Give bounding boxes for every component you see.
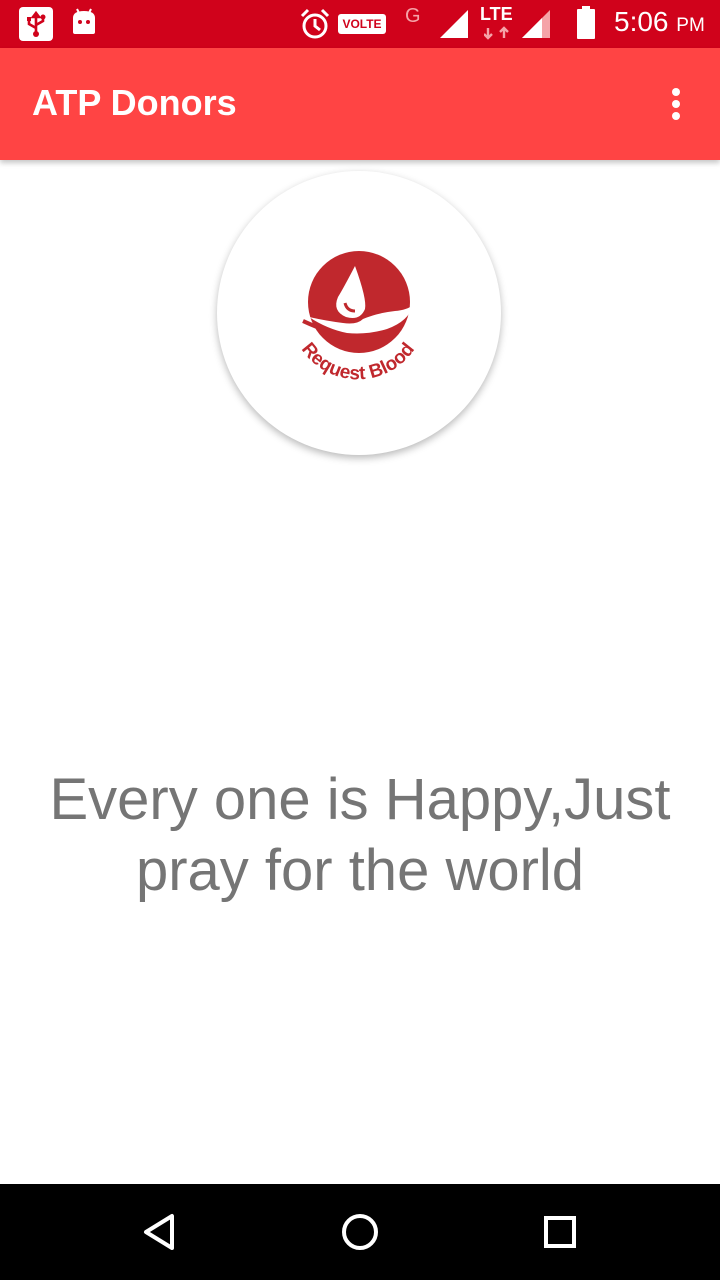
volte-badge: VOLTE [338, 14, 386, 34]
signal-icon-2 [520, 8, 552, 45]
network-g-label: G [405, 5, 421, 27]
network-lte-label: LTE [480, 4, 513, 24]
usb-icon [18, 6, 54, 47]
app-bar: ATP Donors [0, 48, 720, 160]
clock-ampm: PM [676, 15, 705, 36]
status-bar: VOLTE G LTE 5:06 PM [0, 0, 720, 48]
blood-drop-hand-icon: Request Blood [297, 251, 419, 385]
battery-icon [576, 6, 596, 45]
clock: 5:06 PM [614, 6, 705, 38]
recents-icon[interactable] [536, 1208, 584, 1256]
navigation-bar [0, 1184, 720, 1280]
alarm-icon [300, 8, 330, 45]
home-icon[interactable] [336, 1208, 384, 1256]
data-arrows-icon [483, 26, 514, 45]
android-icon [70, 8, 98, 41]
back-icon[interactable] [136, 1208, 184, 1256]
clock-time: 5:06 [614, 6, 669, 37]
overflow-menu-icon[interactable] [656, 76, 696, 132]
app-title: ATP Donors [32, 82, 237, 123]
request-blood-logo: Request Blood [217, 171, 501, 455]
info-message: Every one is Happy,Just pray for the wor… [49, 767, 671, 903]
signal-icon [438, 8, 470, 45]
